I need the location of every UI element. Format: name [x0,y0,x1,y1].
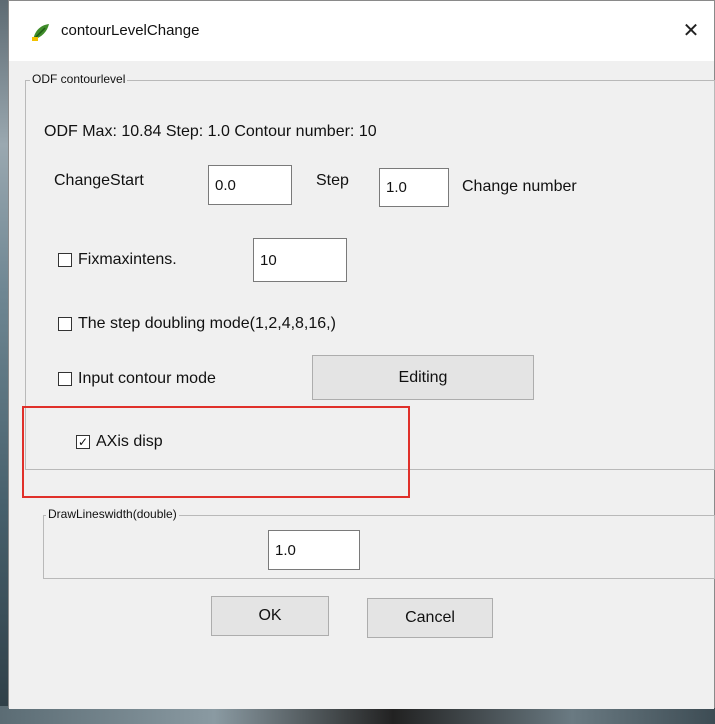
step-doubling-checkbox-box [58,317,72,331]
change-number-label: Change number [462,178,577,195]
ok-button[interactable]: OK [211,596,329,636]
line-width-group-legend: DrawLineswidth(double) [46,507,179,521]
step-input[interactable] [379,168,449,207]
draw-lines-width-group: DrawLineswidth(double) [43,507,715,579]
input-contour-checkbox[interactable]: Input contour mode [58,370,216,388]
odf-info-text: ODF Max: 10.84 Step: 1.0 Contour number:… [44,123,377,140]
axis-disp-checkbox-box: ✓ [76,435,90,449]
step-doubling-checkbox[interactable]: The step doubling mode(1,2,4,8,16,) [58,315,336,333]
odf-group-legend: ODF contourlevel [30,72,128,86]
odf-contourlevel-group: ODF contourlevel ODF Max: 10.84 Step: 1.… [25,72,715,470]
fixmax-label: Fixmaxintens. [78,251,177,268]
app-leaf-icon [32,24,49,41]
change-start-input[interactable] [208,165,292,205]
axis-disp-label: AXis disp [96,433,163,450]
close-button[interactable]: ✕ [668,1,714,61]
editing-button[interactable]: Editing [312,355,534,400]
close-icon: ✕ [682,20,700,42]
cancel-button[interactable]: Cancel [367,598,493,638]
step-doubling-label: The step doubling mode(1,2,4,8,16,) [78,315,336,332]
fixmax-checkbox-box [58,253,72,267]
input-contour-checkbox-box [58,372,72,386]
dialog-window: contourLevelChange ✕ ODF contourlevel OD… [8,0,715,709]
dialog-content: ODF contourlevel ODF Max: 10.84 Step: 1.… [9,61,715,709]
line-width-input[interactable] [268,530,360,570]
fixmax-checkbox[interactable]: Fixmaxintens. [58,251,177,269]
axis-disp-checkbox[interactable]: ✓ AXis disp [76,433,163,451]
step-label: Step [316,172,349,189]
change-start-label: ChangeStart [54,172,144,189]
input-contour-label: Input contour mode [78,370,216,387]
fixmax-input[interactable] [253,238,347,282]
title-bar: contourLevelChange ✕ [9,1,714,61]
window-title: contourLevelChange [61,22,200,39]
